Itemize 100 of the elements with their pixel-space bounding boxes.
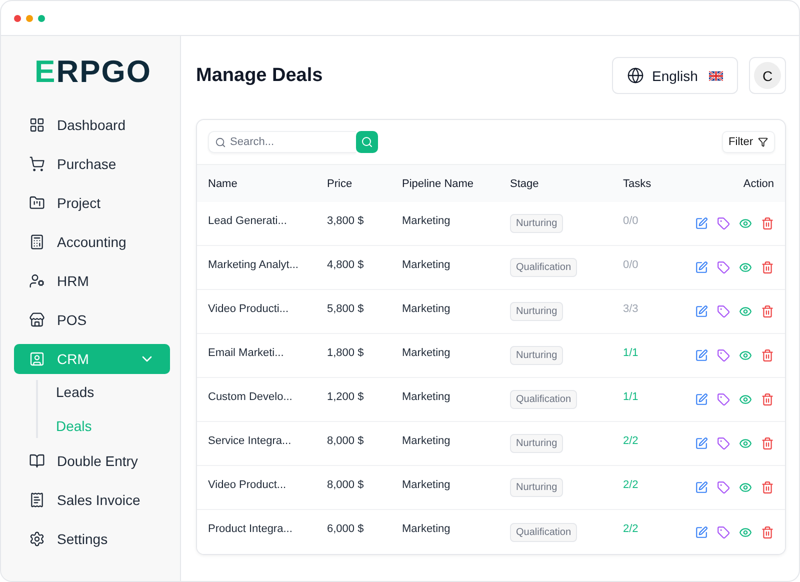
eye-icon[interactable]: [739, 526, 752, 538]
cart-icon: [29, 156, 45, 172]
filter-button[interactable]: Filter: [722, 131, 775, 153]
sidebar-item[interactable]: Project: [14, 188, 170, 218]
stage-tag: Nurturing: [510, 478, 564, 497]
sidebar-item[interactable]: Settings: [14, 524, 170, 554]
edit-icon[interactable]: [695, 261, 708, 274]
table-cell-text: Custom Develo...: [208, 390, 294, 402]
trash-icon[interactable]: [761, 349, 774, 362]
column-header: Price: [327, 178, 354, 190]
tasks-count: 2/2: [623, 523, 640, 535]
eye-icon[interactable]: [739, 393, 752, 406]
column-header: Stage: [510, 178, 540, 190]
table-cell-text: Marketing: [402, 390, 452, 402]
tag-icon[interactable]: [717, 393, 730, 406]
trash-icon[interactable]: [761, 217, 774, 230]
table-cell-text: Marketing: [402, 346, 452, 358]
tag-icon[interactable]: [717, 305, 730, 318]
folder-icon: [29, 195, 45, 211]
user-gear-icon: [29, 273, 45, 289]
sidebar-item[interactable]: Sales Invoice: [14, 485, 170, 515]
table-cell-text: Marketing: [402, 258, 452, 270]
edit-icon[interactable]: [695, 437, 708, 450]
edit-icon[interactable]: [695, 393, 708, 406]
trash-icon[interactable]: [761, 305, 774, 318]
tasks-count: 0/0: [623, 214, 640, 226]
page-title: Manage Deals: [196, 64, 324, 86]
globe-icon: [627, 67, 644, 84]
tasks-count: 0/0: [623, 258, 640, 270]
window-dot[interactable]: [38, 14, 45, 22]
sidebar-item[interactable]: Double Entry: [14, 446, 170, 476]
tasks-count: 3/3: [623, 302, 640, 314]
calculator-icon: [29, 234, 45, 250]
column-header: Tasks: [623, 178, 652, 190]
search-field[interactable]: Search...: [208, 131, 356, 153]
table-cell-text: 1,200 $: [327, 390, 365, 402]
eye-icon[interactable]: [739, 217, 752, 230]
tasks-count: 2/2: [623, 434, 640, 446]
search-icon: [361, 136, 373, 148]
sidebar-item[interactable]: Dashboard: [14, 110, 170, 140]
trash-icon[interactable]: [761, 526, 774, 538]
table-cell-text: 4,800 $: [327, 258, 365, 270]
search-button[interactable]: [356, 131, 378, 153]
id-card-icon: [29, 351, 45, 367]
edit-icon[interactable]: [695, 526, 708, 538]
sidebar-item[interactable]: POS: [14, 305, 170, 335]
receipt-icon: [29, 492, 45, 508]
table-cell-text: 3,800 $: [327, 214, 365, 226]
tag-icon[interactable]: [717, 349, 730, 362]
edit-icon[interactable]: [695, 305, 708, 318]
tag-icon[interactable]: [717, 437, 730, 450]
eye-icon[interactable]: [739, 349, 752, 362]
table-cell-text: Lead Generati...: [208, 214, 288, 226]
column-header: Name: [208, 178, 238, 190]
eye-icon[interactable]: [739, 261, 752, 274]
stage-tag: Qualification: [510, 258, 578, 277]
stage-tag: Nurturing: [510, 214, 564, 233]
window-dot[interactable]: [26, 14, 33, 22]
tag-icon[interactable]: [717, 217, 730, 230]
sidebar-item[interactable]: Accounting: [14, 227, 170, 257]
tasks-count: 1/1: [623, 346, 640, 358]
sidebar-item[interactable]: HRM: [14, 266, 170, 296]
table-cell-text: 8,000 $: [327, 478, 365, 490]
flag-icon: [709, 70, 723, 80]
sidebar-subitem[interactable]: Leads: [56, 382, 170, 402]
tasks-count: 2/2: [623, 478, 640, 490]
search-icon: [215, 136, 226, 148]
profile-button[interactable]: C: [749, 57, 786, 94]
eye-icon[interactable]: [739, 481, 752, 494]
search-input[interactable]: Search...: [226, 136, 356, 148]
trash-icon[interactable]: [761, 261, 774, 274]
tag-icon[interactable]: [717, 481, 730, 494]
settings-icon: [29, 531, 45, 547]
table-cell-text: Service Integra...: [208, 434, 292, 446]
trash-icon[interactable]: [761, 481, 774, 494]
edit-icon[interactable]: [695, 217, 708, 230]
edit-icon[interactable]: [695, 349, 708, 362]
stage-tag: Nurturing: [510, 434, 564, 453]
eye-icon[interactable]: [739, 437, 752, 450]
tag-icon[interactable]: [717, 526, 730, 538]
tag-icon[interactable]: [717, 261, 730, 274]
trash-icon[interactable]: [761, 437, 774, 450]
language-button[interactable]: English: [612, 57, 738, 94]
table-cell-text: 1,800 $: [327, 346, 365, 358]
table-cell-text: 5,800 $: [327, 302, 365, 314]
table-cell-text: Marketing: [402, 302, 452, 314]
table-cell-text: Video Producti...: [208, 302, 290, 314]
trash-icon[interactable]: [761, 393, 774, 406]
book-icon: [29, 453, 45, 469]
stage-tag: Qualification: [510, 522, 578, 542]
sidebar-item[interactable]: Purchase: [14, 149, 170, 179]
edit-icon[interactable]: [695, 481, 708, 494]
table-cell-text: 8,000 $: [327, 434, 365, 446]
table-cell-text: Marketing: [402, 523, 452, 535]
table-cell-text: Video Product...: [208, 478, 288, 490]
table-cell-text: Email Marketi...: [208, 346, 285, 358]
column-header: Pipeline Name: [402, 178, 475, 190]
window-dot[interactable]: [14, 14, 21, 22]
eye-icon[interactable]: [739, 305, 752, 318]
stage-tag: Qualification: [510, 390, 578, 409]
